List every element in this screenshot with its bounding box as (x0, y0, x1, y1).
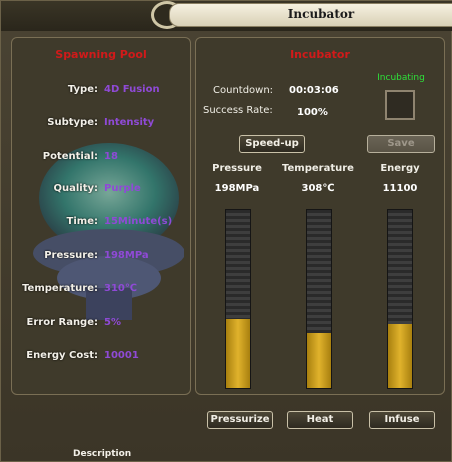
info-label: Temperature: (22, 283, 98, 294)
info-label: Error Range: (26, 317, 98, 328)
countdown-label: Countdown: (213, 85, 274, 96)
info-value: 198MPa (104, 250, 149, 261)
info-value: Intensity (104, 117, 155, 128)
info-label: Pressure: (44, 250, 98, 261)
info-value: 15Minute(s) (104, 216, 173, 227)
info-value: 18 (104, 151, 118, 162)
info-label: Time: (66, 216, 98, 227)
info-value: 10001 (104, 350, 139, 361)
info-row-subtype: Subtype: Intensity (22, 117, 182, 133)
info-label: Energy Cost: (26, 350, 98, 361)
info-row-time: Time: 15Minute(s) (22, 216, 182, 232)
infuse-button[interactable]: Infuse (369, 411, 435, 429)
temperature-column-label: Temperature (282, 163, 354, 174)
info-value: Purple (104, 183, 141, 194)
success-rate-label: Success Rate: (203, 105, 273, 116)
temperature-value: 308℃ (301, 183, 335, 194)
info-row-quality: Quality: Purple (22, 183, 182, 199)
info-label: Type: (67, 84, 98, 95)
info-row-error-range: Error Range: 5% (22, 317, 182, 333)
info-value: 4D Fusion (104, 84, 160, 95)
speed-up-button[interactable]: Speed-up (239, 135, 305, 153)
save-button[interactable]: Save (367, 135, 435, 153)
window-title: Incubator (287, 7, 355, 21)
pressure-gauge (225, 209, 251, 389)
temperature-gauge (306, 209, 332, 389)
info-row-temperature: Temperature: 310℃ (22, 283, 182, 299)
pressure-column-label: Pressure (212, 163, 262, 174)
spawning-pool-title: Spawning Pool (55, 48, 147, 61)
pressurize-button[interactable]: Pressurize (207, 411, 273, 429)
energy-gauge-fill (388, 323, 412, 388)
energy-value: 11100 (382, 183, 418, 194)
energy-gauge (387, 209, 413, 389)
success-rate-value: 100% (297, 107, 328, 118)
description-label[interactable]: Description (73, 449, 131, 459)
titlebar: Incubator (1, 1, 452, 31)
pressure-value: 198MPa (214, 183, 260, 194)
info-value: 310℃ (104, 283, 137, 294)
info-label: Quality: (53, 183, 98, 194)
incubator-title: Incubator (290, 48, 350, 61)
info-row-pressure: Pressure: 198MPa (22, 250, 182, 266)
incubating-status: Incubating (377, 73, 425, 83)
info-value: 5% (104, 317, 121, 328)
info-row-type: Type: 4D Fusion (22, 84, 182, 100)
info-row-energy-cost: Energy Cost: 10001 (22, 350, 182, 366)
pressure-gauge-fill (226, 318, 250, 388)
incubation-slot[interactable] (385, 90, 415, 120)
incubator-window: Incubator Spawning Pool Type: 4D Fusion … (0, 0, 452, 462)
energy-column-label: Energy (380, 163, 420, 174)
info-row-potential: Potential: 18 (22, 151, 182, 167)
spawning-pool-panel: Spawning Pool Type: 4D Fusion Subtype: I… (11, 37, 191, 395)
info-label: Potential: (42, 151, 98, 162)
heat-button[interactable]: Heat (287, 411, 353, 429)
temperature-gauge-fill (307, 332, 331, 388)
info-label: Subtype: (47, 117, 98, 128)
countdown-value: 00:03:06 (289, 85, 339, 96)
